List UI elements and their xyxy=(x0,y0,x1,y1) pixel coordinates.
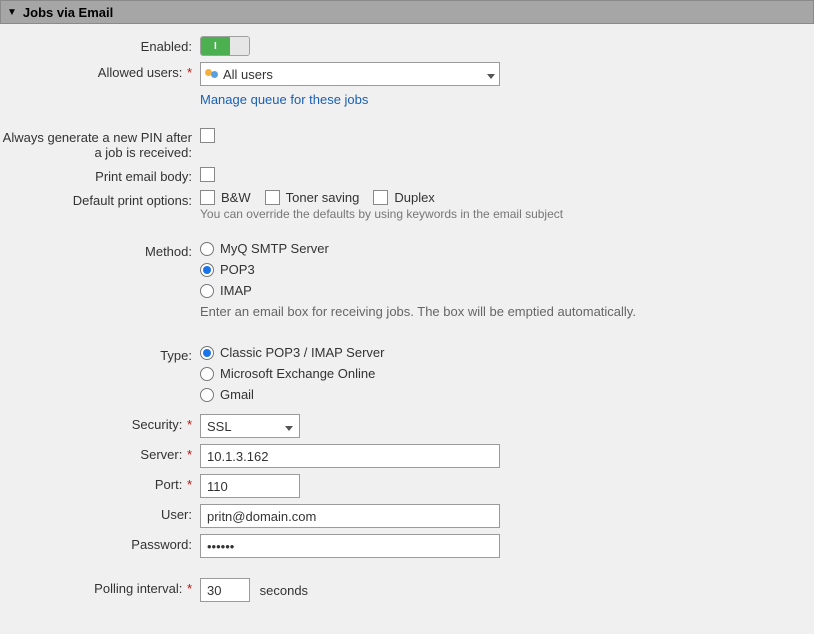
polling-interval-input[interactable] xyxy=(200,578,250,602)
manage-queue-link[interactable]: Manage queue for these jobs xyxy=(200,92,368,107)
type-label-gmail: Gmail xyxy=(220,387,254,402)
type-label-exchange: Microsoft Exchange Online xyxy=(220,366,375,381)
method-info-text: Enter an email box for receiving jobs. T… xyxy=(200,304,802,319)
method-radio-imap[interactable] xyxy=(200,284,214,298)
type-radio-gmail[interactable] xyxy=(200,388,214,402)
method-radio-pop3[interactable] xyxy=(200,263,214,277)
method-label-pop3: POP3 xyxy=(220,262,255,277)
type-radio-exchange[interactable] xyxy=(200,367,214,381)
server-input[interactable] xyxy=(200,444,500,468)
default-print-hint: You can override the defaults by using k… xyxy=(200,207,802,221)
allowed-users-value: All users xyxy=(223,67,273,82)
required-marker: * xyxy=(183,65,192,80)
label-type: Type: xyxy=(0,345,200,363)
method-label-imap: IMAP xyxy=(220,283,252,298)
section-header-jobs-via-email[interactable]: ▼ Jobs via Email xyxy=(0,0,814,24)
toggle-on-indicator: I xyxy=(201,37,230,55)
required-marker: * xyxy=(183,477,192,492)
polling-unit: seconds xyxy=(260,583,308,598)
label-method: Method: xyxy=(0,241,200,259)
label-port: Port: xyxy=(155,477,182,492)
chevron-down-icon xyxy=(487,67,495,82)
required-marker: * xyxy=(183,417,192,432)
method-label-smtp: MyQ SMTP Server xyxy=(220,241,329,256)
label-polling-interval: Polling interval: xyxy=(94,581,182,596)
label-default-print-options: Default print options: xyxy=(0,190,200,208)
print-email-body-checkbox[interactable] xyxy=(200,167,215,182)
duplex-label: Duplex xyxy=(394,190,434,205)
enabled-toggle[interactable]: I xyxy=(200,36,250,56)
label-security: Security: xyxy=(132,417,183,432)
users-icon xyxy=(205,67,219,81)
toggle-off-indicator xyxy=(230,37,249,55)
collapse-arrow-icon: ▼ xyxy=(7,7,17,18)
duplex-checkbox[interactable] xyxy=(373,190,388,205)
pin-after-job-checkbox[interactable] xyxy=(200,128,215,143)
type-label-classic: Classic POP3 / IMAP Server xyxy=(220,345,384,360)
security-value: SSL xyxy=(207,419,232,434)
type-radio-classic[interactable] xyxy=(200,346,214,360)
password-input[interactable] xyxy=(200,534,500,558)
bw-label: B&W xyxy=(221,190,251,205)
label-allowed-users: Allowed users: xyxy=(98,65,183,80)
label-user: User: xyxy=(0,504,200,522)
toner-saving-checkbox[interactable] xyxy=(265,190,280,205)
label-password: Password: xyxy=(0,534,200,552)
label-pin-after-job: Always generate a new PIN after a job is… xyxy=(0,127,200,160)
user-input[interactable] xyxy=(200,504,500,528)
bw-checkbox[interactable] xyxy=(200,190,215,205)
required-marker: * xyxy=(183,581,192,596)
label-print-email-body: Print email body: xyxy=(0,166,200,184)
toner-saving-label: Toner saving xyxy=(286,190,360,205)
security-select[interactable]: SSL xyxy=(200,414,300,438)
label-server: Server: xyxy=(140,447,182,462)
port-input[interactable] xyxy=(200,474,300,498)
allowed-users-select[interactable]: All users xyxy=(200,62,500,86)
chevron-down-icon xyxy=(285,419,293,434)
section-title: Jobs via Email xyxy=(23,5,113,20)
method-radio-smtp[interactable] xyxy=(200,242,214,256)
required-marker: * xyxy=(183,447,192,462)
settings-panel: Enabled: I Allowed users: * All users Ma… xyxy=(0,24,814,620)
label-enabled: Enabled: xyxy=(0,36,200,54)
